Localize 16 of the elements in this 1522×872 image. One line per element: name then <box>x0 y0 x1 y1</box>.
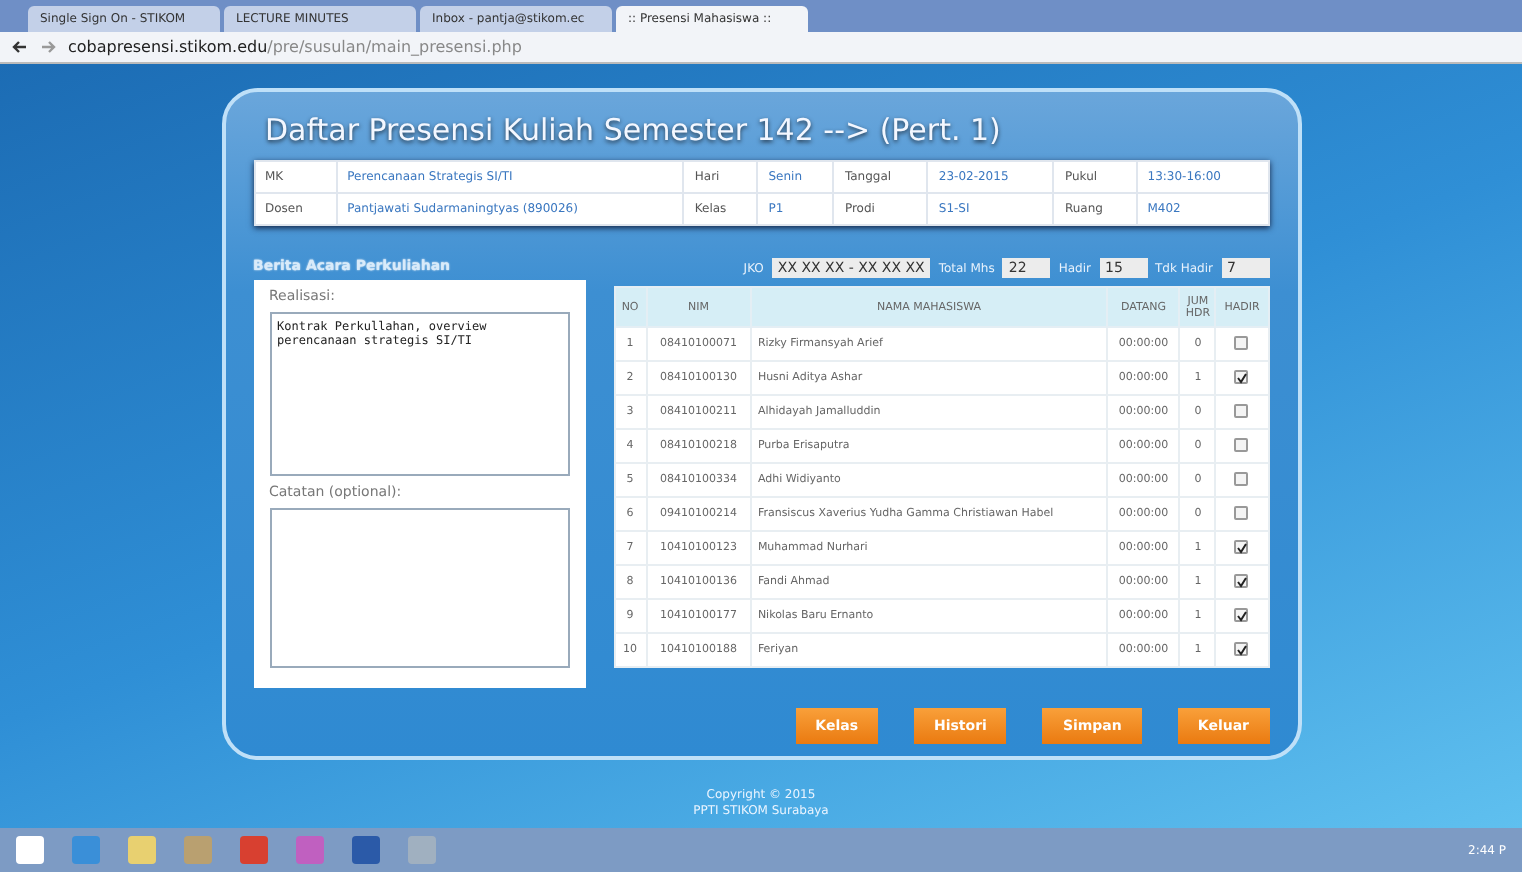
back-icon[interactable] <box>12 40 28 54</box>
hadir-checkbox[interactable] <box>1234 607 1249 621</box>
hadir-checkbox[interactable] <box>1234 437 1249 451</box>
hadir-checkbox[interactable] <box>1234 641 1249 655</box>
hadir-checkbox[interactable] <box>1234 539 1249 553</box>
start-icon[interactable] <box>16 836 44 864</box>
page-title: Daftar Presensi Kuliah Semester 142 --> (Pert. 1) <box>263 112 1003 148</box>
forward-icon[interactable] <box>40 40 56 54</box>
hadir-checkbox[interactable] <box>1234 403 1249 417</box>
hadir-checkbox[interactable] <box>1234 335 1249 349</box>
hadir-checkbox[interactable] <box>1234 471 1249 485</box>
address-bar[interactable]: cobapresensi.stikom.edu/pre/susulan/main_presensi.php <box>68 38 522 56</box>
catatan-field[interactable] <box>269 508 569 668</box>
hadir-checkbox[interactable] <box>1234 573 1249 587</box>
hadir-checkbox[interactable] <box>1234 369 1249 383</box>
hadir-checkbox[interactable] <box>1234 505 1249 519</box>
